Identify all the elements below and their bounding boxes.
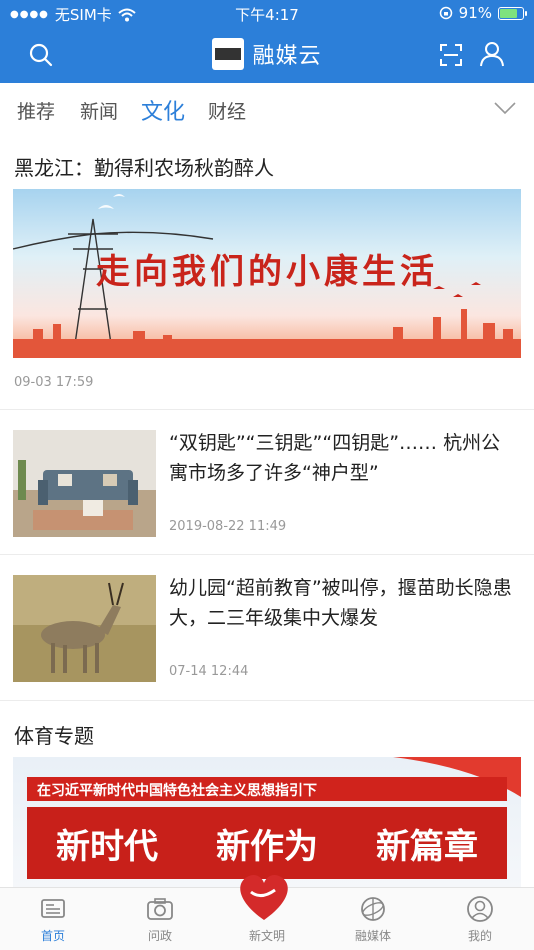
- list-item[interactable]: “双钥匙”“三钥匙”“四钥匙”…… 杭州公寓市场多了许多“神户型” 2019-0…: [0, 410, 534, 554]
- section-banner-image[interactable]: 在习近平新时代中国特色社会主义思想指引下 新时代 新作为 新篇章: [13, 757, 521, 887]
- banner-slogan: 新时代 新作为 新篇章: [27, 807, 507, 879]
- tabbar-label: 我的: [467, 929, 492, 943]
- sofa-image: [13, 430, 156, 537]
- feature-banner-image[interactable]: 走向我们的小康生活: [13, 189, 521, 358]
- tabbar-label: 首页: [40, 929, 65, 943]
- app-logo: [212, 38, 245, 70]
- tabbar-mine[interactable]: 我的: [440, 894, 520, 944]
- tabbar-label: 问政: [147, 929, 172, 943]
- article-thumbnail: [13, 575, 156, 682]
- feature-article-title[interactable]: 黑龙江：勤得利农场秋韵醉人: [14, 152, 274, 181]
- bottom-tab-bar: 首页 问政 新文明 融媒体 我的: [0, 874, 534, 950]
- home-newspaper-icon: [41, 899, 65, 918]
- article-title: “双钥匙”“三钥匙”“四钥匙”…… 杭州公寓市场多了许多“神户型”: [169, 432, 501, 484]
- user-icon[interactable]: [478, 40, 506, 68]
- civilization-heart-logo-icon: [240, 874, 288, 920]
- section-title[interactable]: 体育专题: [14, 720, 94, 749]
- tab-news[interactable]: 新闻: [80, 97, 118, 124]
- tab-finance[interactable]: 财经: [208, 97, 246, 124]
- tab-recommend[interactable]: 推荐: [17, 97, 55, 124]
- article-title: 幼儿园“超前教育”被叫停，揠苗助长隐患大，二三年级集中大爆发: [169, 577, 512, 629]
- category-tabs: 推荐 新闻 文化 财经: [0, 83, 534, 135]
- orientation-lock-icon: [439, 6, 452, 20]
- banner-strip-text: 在习近平新时代中国特色社会主义思想指引下: [27, 777, 507, 801]
- article-time: 07-14 12:44: [169, 664, 249, 679]
- chevron-down-icon[interactable]: [494, 101, 516, 115]
- banner-word: 新篇章: [376, 826, 478, 867]
- tabbar-label: 融媒体: [354, 929, 391, 943]
- status-bar: ●●●● 无SIM卡 下午4:17 91%: [0, 0, 534, 28]
- feature-date: 09-03 17:59: [14, 375, 94, 390]
- scan-icon[interactable]: [438, 42, 464, 68]
- profile-icon: [467, 896, 493, 922]
- tabbar-home[interactable]: 首页: [13, 894, 93, 944]
- camera-icon: [147, 898, 173, 920]
- tabbar-civilization[interactable]: 新文明: [227, 874, 307, 944]
- article-time: 2019-08-22 11:49: [169, 519, 287, 534]
- list-item[interactable]: 幼儿园“超前教育”被叫停，揠苗助长隐患大，二三年级集中大爆发 07-14 12:…: [0, 555, 534, 700]
- tab-culture[interactable]: 文化: [141, 94, 185, 126]
- divider: [0, 700, 534, 701]
- banner-word: 新时代: [56, 826, 158, 867]
- tabbar-label: 新文明: [248, 929, 285, 943]
- battery-icon: [498, 6, 527, 20]
- top-nav-bar: 融媒云: [0, 28, 534, 83]
- antelope-image: [13, 575, 156, 682]
- banner-word: 新作为: [216, 826, 318, 867]
- globe-icon: [361, 897, 385, 921]
- app-title: 融媒云: [252, 44, 322, 69]
- banner-headline: 走向我们的小康生活: [96, 252, 438, 292]
- tabbar-media[interactable]: 融媒体: [333, 894, 413, 944]
- battery-percent: 91%: [458, 4, 492, 22]
- article-thumbnail: [13, 430, 156, 537]
- tabbar-politics[interactable]: 问政: [120, 894, 200, 944]
